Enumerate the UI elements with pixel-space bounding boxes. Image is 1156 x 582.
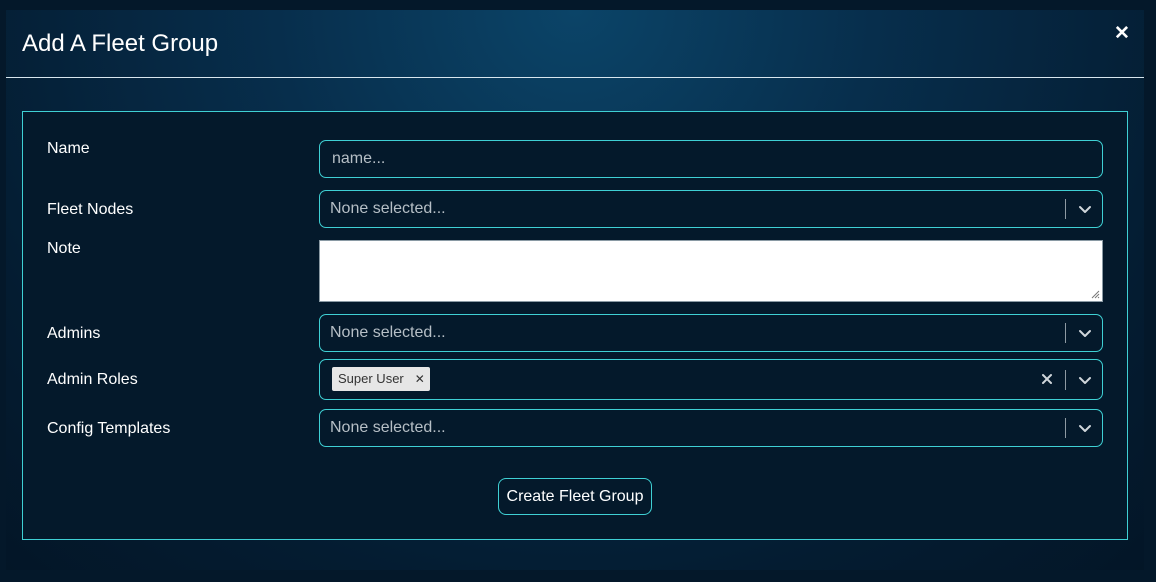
config-templates-select[interactable]: None selected...: [319, 409, 1103, 447]
select-separator: [1065, 370, 1066, 390]
admin-roles-select[interactable]: Super User ✕: [319, 359, 1103, 400]
chevron-down-icon[interactable]: [1078, 373, 1092, 387]
add-fleet-group-modal: Add A Fleet Group ✕ Name Fleet Nodes Non…: [6, 10, 1144, 570]
resize-grip-icon[interactable]: [1091, 290, 1100, 299]
chip-label: Super User: [338, 371, 404, 386]
fleet-group-form: Name Fleet Nodes None selected... Note A…: [22, 111, 1128, 540]
name-label: Name: [47, 140, 90, 157]
modal-header: Add A Fleet Group ✕: [6, 10, 1144, 78]
fleet-nodes-placeholder: None selected...: [330, 200, 446, 217]
admins-placeholder: None selected...: [330, 324, 446, 341]
select-separator: [1065, 418, 1066, 438]
selected-role-chip: Super User ✕: [332, 367, 430, 391]
fleet-nodes-label: Fleet Nodes: [47, 201, 134, 218]
clear-icon[interactable]: [1040, 372, 1054, 386]
name-input[interactable]: [319, 140, 1103, 178]
admins-select[interactable]: None selected...: [319, 314, 1103, 352]
fleet-nodes-select[interactable]: None selected...: [319, 190, 1103, 228]
close-icon[interactable]: ✕: [1114, 24, 1130, 44]
note-label: Note: [47, 240, 81, 257]
chevron-down-icon[interactable]: [1078, 421, 1092, 435]
admin-roles-label: Admin Roles: [47, 371, 138, 388]
chevron-down-icon[interactable]: [1078, 326, 1092, 340]
modal-title: Add A Fleet Group: [22, 30, 219, 57]
note-textarea[interactable]: [319, 240, 1103, 302]
chip-remove-icon[interactable]: ✕: [410, 367, 430, 391]
select-separator: [1065, 323, 1066, 343]
admins-label: Admins: [47, 325, 101, 342]
config-templates-label: Config Templates: [47, 420, 171, 437]
create-fleet-group-button[interactable]: Create Fleet Group: [498, 478, 652, 515]
chevron-down-icon[interactable]: [1078, 202, 1092, 216]
config-templates-placeholder: None selected...: [330, 419, 446, 436]
select-separator: [1065, 199, 1066, 219]
